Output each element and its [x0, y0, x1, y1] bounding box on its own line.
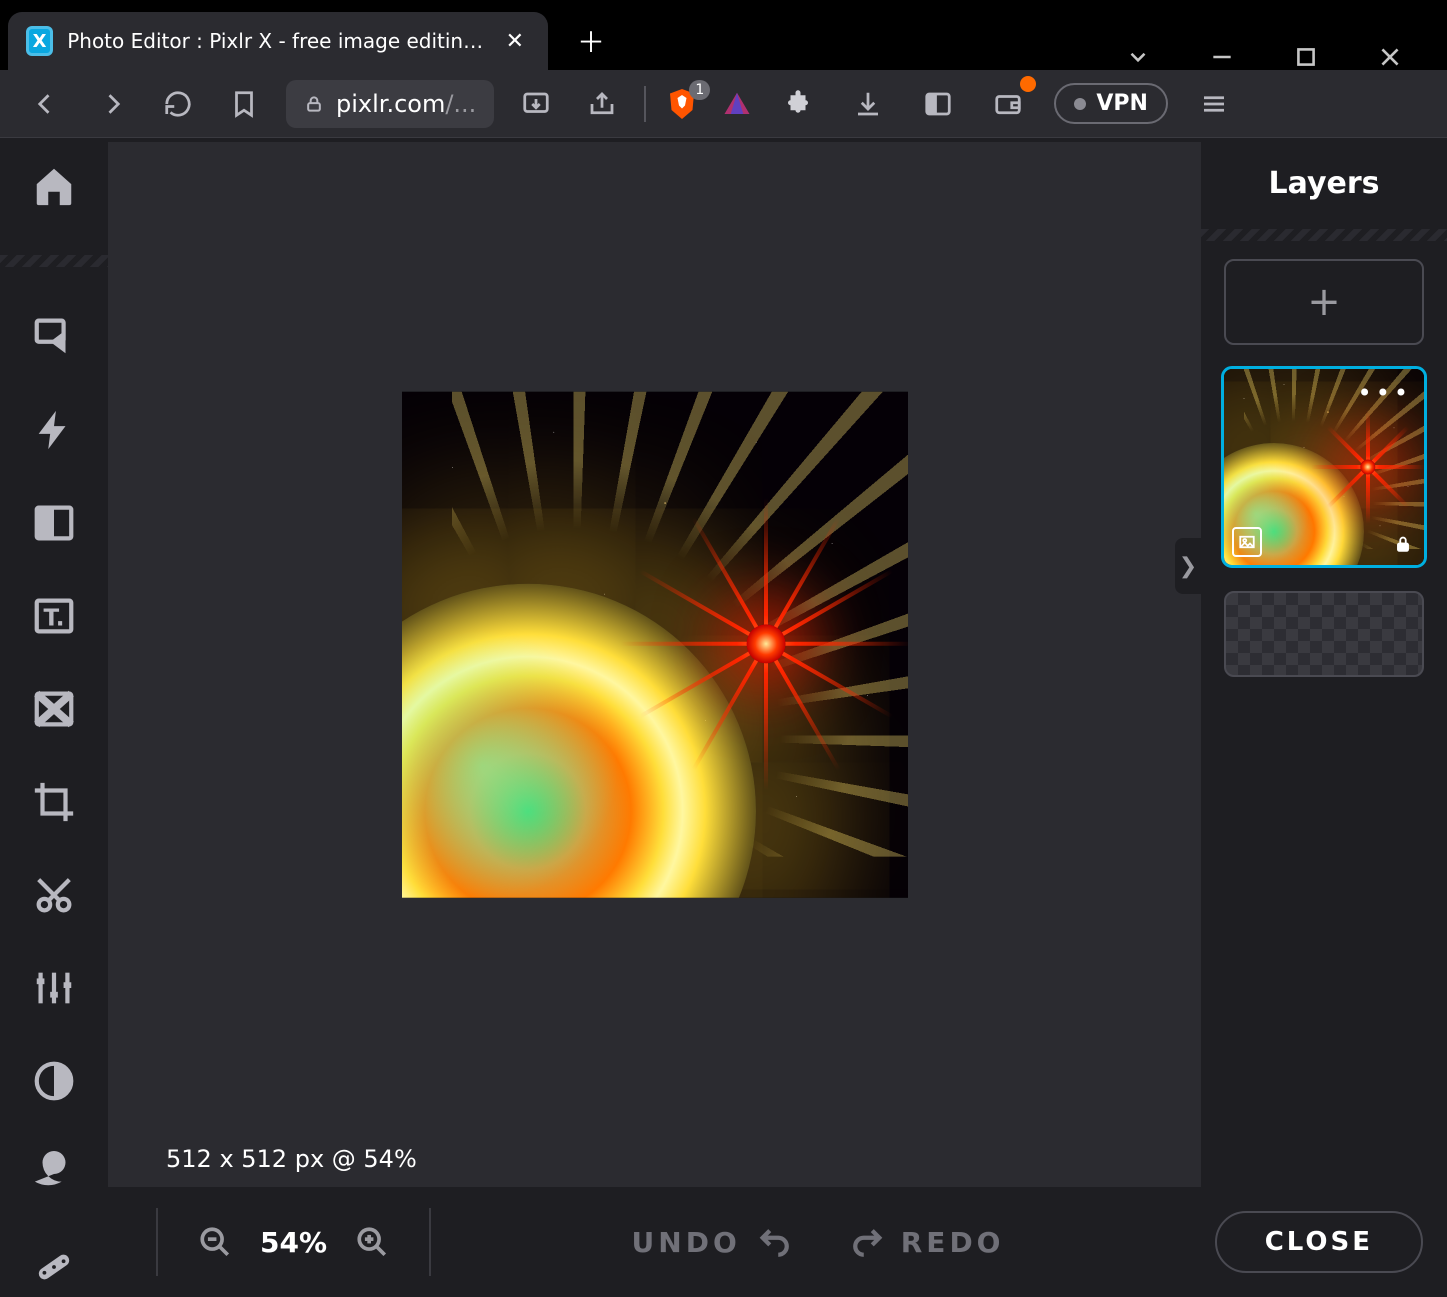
brave-shields-badge: 1 — [689, 80, 710, 100]
cutout-tool[interactable] — [24, 865, 84, 924]
effect-tool[interactable] — [24, 493, 84, 552]
lock-icon — [304, 94, 324, 114]
browser-toolbar: pixlr.com/... 1 VPN — [0, 70, 1447, 138]
bottom-bar: 54% UNDO REDO — [108, 1187, 1201, 1297]
layer-item-0[interactable]: ••• — [1224, 369, 1424, 565]
nav-back-button[interactable] — [22, 80, 70, 128]
zoom-in-button[interactable] — [355, 1225, 389, 1259]
bookmark-button[interactable] — [220, 80, 268, 128]
browser-tab-active[interactable]: X Photo Editor : Pixlr X - free image ed… — [8, 12, 548, 70]
close-button[interactable]: CLOSE — [1215, 1211, 1423, 1273]
text-tool[interactable]: T. — [24, 586, 84, 645]
extensions-puzzle-icon[interactable] — [774, 80, 822, 128]
swirl-tool[interactable] — [24, 1145, 84, 1204]
layers-divider — [1201, 229, 1447, 241]
fill-tool[interactable] — [24, 679, 84, 738]
vpn-label: VPN — [1096, 91, 1148, 116]
chevron-down-icon[interactable] — [1125, 44, 1151, 70]
url-text: pixlr.com/... — [336, 90, 476, 118]
tab-close-button[interactable]: ✕ — [502, 25, 528, 58]
tab-title: Photo Editor : Pixlr X - free image edit… — [67, 29, 487, 53]
heal-tool[interactable] — [24, 1238, 84, 1297]
adjust-tool[interactable] — [24, 959, 84, 1018]
window-maximize-button[interactable] — [1293, 44, 1319, 70]
pixlr-favicon-icon: X — [26, 26, 53, 56]
layer-item-empty[interactable] — [1224, 591, 1424, 677]
ai-tool[interactable] — [24, 400, 84, 459]
right-footer: CLOSE — [1215, 1211, 1423, 1273]
new-tab-button[interactable]: ＋ — [566, 16, 616, 66]
downloads-icon[interactable] — [844, 80, 892, 128]
panel-collapse-button[interactable]: ❯ — [1175, 538, 1201, 594]
bottombar-separator-2 — [429, 1208, 431, 1276]
install-app-icon[interactable] — [512, 80, 560, 128]
share-icon[interactable] — [578, 80, 626, 128]
tool-divider — [0, 255, 108, 267]
layers-panel: Layers + ••• — [1201, 138, 1447, 1297]
layers-title: Layers — [1269, 166, 1380, 201]
nav-reload-button[interactable] — [154, 80, 202, 128]
layer-type-image-icon — [1232, 527, 1262, 557]
arrange-tool[interactable] — [24, 307, 84, 366]
add-layer-button[interactable]: + — [1224, 259, 1424, 345]
history-controls: UNDO REDO — [632, 1225, 1005, 1259]
toolbar-separator — [644, 86, 646, 122]
undo-button[interactable]: UNDO — [632, 1225, 791, 1259]
crop-tool[interactable] — [24, 772, 84, 831]
browser-menu-button[interactable] — [1190, 80, 1238, 128]
browser-titlebar: X Photo Editor : Pixlr X - free image ed… — [0, 0, 1447, 70]
layer-lock-icon[interactable] — [1392, 533, 1414, 555]
pixlr-app: T. 51 — [0, 138, 1447, 1297]
wallet-icon[interactable] — [984, 80, 1032, 128]
layer-options-button[interactable]: ••• — [1358, 379, 1412, 407]
window-minimize-button[interactable] — [1209, 44, 1235, 70]
left-tool-rail: T. — [0, 138, 108, 1297]
zoom-controls: 54% — [198, 1225, 389, 1259]
wallet-notification-dot — [1020, 76, 1036, 92]
redo-button[interactable]: REDO — [851, 1225, 1005, 1259]
window-close-button[interactable] — [1377, 44, 1403, 70]
extension-triangle-icon[interactable] — [722, 89, 752, 119]
sidebar-toggle-icon[interactable] — [914, 80, 962, 128]
zoom-out-button[interactable] — [198, 1225, 232, 1259]
liquify-tool[interactable] — [24, 1052, 84, 1111]
window-controls — [1125, 30, 1447, 70]
zoom-value[interactable]: 54% — [260, 1226, 327, 1259]
canvas-area[interactable]: 512 x 512 px @ 54% — [108, 142, 1201, 1187]
vpn-status-dot — [1074, 98, 1086, 110]
home-button[interactable] — [24, 156, 84, 215]
svg-text:T.: T. — [44, 605, 65, 631]
url-bar[interactable]: pixlr.com/... — [286, 80, 494, 128]
brave-shields-icon[interactable]: 1 — [664, 86, 700, 122]
nav-forward-button[interactable] — [88, 80, 136, 128]
vpn-button[interactable]: VPN — [1054, 83, 1168, 124]
canvas-image — [402, 391, 908, 897]
plus-icon: + — [1307, 279, 1341, 325]
canvas[interactable] — [402, 391, 908, 897]
canvas-info-text: 512 x 512 px @ 54% — [166, 1145, 417, 1173]
bottombar-separator — [156, 1208, 158, 1276]
